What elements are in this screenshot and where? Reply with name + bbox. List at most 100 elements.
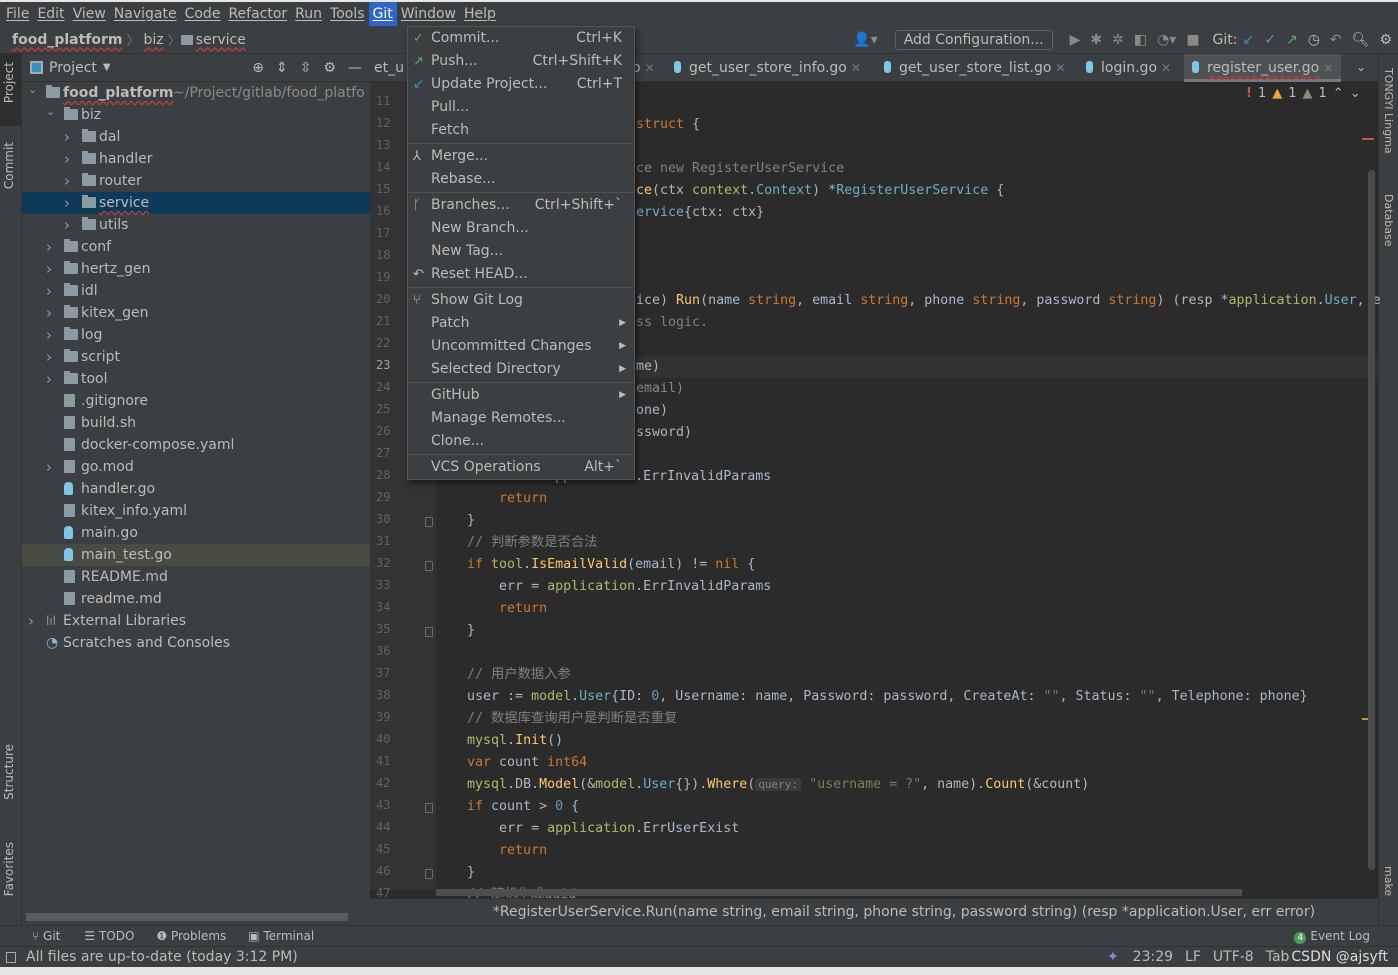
commit-tool-tab[interactable]: Commit — [2, 142, 16, 189]
editor-tab[interactable]: get_user_store_info.go ✕ — [674, 54, 861, 82]
menu-file[interactable]: File — [2, 2, 33, 26]
fold-marker-icon[interactable] — [425, 869, 433, 879]
close-tab-icon[interactable]: ✕ — [1323, 61, 1333, 75]
update-project-icon[interactable]: ↙ — [1243, 32, 1255, 48]
rollback-icon[interactable]: ↶ — [1330, 32, 1342, 48]
tree-item[interactable]: › hertz_gen — [22, 258, 370, 280]
menu-edit[interactable]: Edit — [33, 2, 68, 26]
tree-item[interactable]: › lıl External Libraries — [22, 610, 370, 632]
breadcrumb-biz[interactable]: biz — [140, 32, 168, 48]
tree-item[interactable]: ⌄ food_platform ~/Project/gitlab/food_plat… — [22, 82, 370, 104]
menu-code[interactable]: Code — [181, 2, 225, 26]
make-tool-tab[interactable]: make — [1382, 866, 1395, 896]
locate-icon[interactable]: ⊕ — [252, 60, 264, 76]
tree-item[interactable]: .gitignore — [22, 390, 370, 412]
attach-icon[interactable]: ◔▾ — [1157, 32, 1176, 48]
coverage-icon[interactable]: ✲ — [1112, 32, 1124, 48]
breadcrumb-service[interactable]: service — [196, 32, 250, 48]
chevron-down-icon[interactable]: ⌄ — [46, 101, 55, 123]
project-view-dropdown[interactable]: Project — [49, 60, 97, 76]
tree-item[interactable]: › tool — [22, 368, 370, 390]
history-clock-icon[interactable]: ◷ — [1308, 32, 1320, 48]
menu-git[interactable]: Git — [368, 2, 397, 26]
chevron-right-icon[interactable]: › — [64, 148, 70, 170]
tree-item[interactable]: main.go — [22, 522, 370, 544]
tree-item[interactable]: › go.mod — [22, 456, 370, 478]
search-icon[interactable]: 🔍︎ — [1352, 32, 1370, 48]
problems-tool-window[interactable]: ❶ Problems — [156, 929, 226, 943]
tree-item[interactable]: › dal — [22, 126, 370, 148]
tree-item[interactable]: main_test.go — [22, 544, 370, 566]
chevron-right-icon[interactable]: › — [46, 368, 52, 390]
git-menu-item[interactable]: Fetch — [408, 119, 634, 142]
favorites-tool-tab[interactable]: Favorites — [2, 842, 16, 896]
chevron-right-icon[interactable]: › — [46, 324, 52, 346]
chevron-down-icon[interactable]: ⌄ — [28, 79, 37, 101]
caret-position[interactable]: 23:29 — [1133, 949, 1173, 965]
chevron-right-icon[interactable]: › — [64, 170, 70, 192]
chevron-right-icon[interactable]: › — [64, 192, 70, 214]
editor-tab[interactable]: o ✕ — [632, 54, 655, 82]
git-menu-item[interactable]: Patch ▶ — [408, 312, 634, 335]
tree-item[interactable]: docker-compose.yaml — [22, 434, 370, 456]
chevron-right-icon[interactable]: › — [46, 302, 52, 324]
project-horizontal-scrollbar[interactable] — [26, 913, 348, 921]
editor-tab[interactable]: register_user.go ✕ — [1184, 54, 1342, 82]
git-menu-item[interactable]: GitHub ▶ — [408, 384, 634, 407]
stop-icon[interactable]: ■ — [1186, 32, 1199, 48]
git-menu-item[interactable]: ↙ Update Project... Ctrl+T — [408, 73, 634, 96]
chevron-right-icon[interactable]: › — [64, 126, 70, 148]
collapse-all-icon[interactable]: ⇳ — [300, 60, 312, 76]
git-menu-item[interactable]: Clone... — [408, 430, 634, 453]
menu-help[interactable]: Help — [460, 2, 500, 26]
tongyi-lingma-tool-tab[interactable]: TONGYI Lingma — [1382, 68, 1395, 154]
tree-item[interactable]: handler.go — [22, 478, 370, 500]
chevron-right-icon[interactable]: › — [28, 610, 34, 632]
tree-item[interactable]: › utils — [22, 214, 370, 236]
settings-gear-icon[interactable]: ⚙ — [1379, 32, 1392, 48]
tree-item[interactable]: kitex_info.yaml — [22, 500, 370, 522]
tree-item[interactable]: ◔ Scratches and Consoles — [22, 632, 370, 654]
menu-navigate[interactable]: Navigate — [110, 2, 181, 26]
git-menu-item[interactable]: Manage Remotes... — [408, 407, 634, 430]
fold-marker-icon[interactable] — [425, 803, 433, 813]
tree-item[interactable]: readme.md — [22, 588, 370, 610]
close-tab-icon[interactable]: ✕ — [851, 61, 861, 75]
tree-item[interactable]: › service — [22, 192, 370, 214]
terminal-tool-window[interactable]: ▣ Terminal — [248, 929, 314, 943]
git-menu-item[interactable]: ᚴ Branches... Ctrl+Shift+` — [408, 194, 634, 217]
chevron-down-icon[interactable]: ▼ — [103, 62, 111, 73]
fold-marker-icon[interactable] — [425, 517, 433, 527]
breadcrumb-project[interactable]: food_platform — [8, 32, 127, 48]
git-menu-item[interactable]: ⑂ Show Git Log — [408, 289, 634, 312]
git-menu-item[interactable]: New Branch... — [408, 217, 634, 240]
editor-tab[interactable]: get_user_store_list.go ✕ — [884, 54, 1065, 82]
editor-tab[interactable]: et_u — [374, 54, 404, 82]
tree-item[interactable]: README.md — [22, 566, 370, 588]
menu-run[interactable]: Run — [291, 2, 326, 26]
git-menu-item[interactable]: Pull... — [408, 96, 634, 119]
tree-item[interactable]: › idl — [22, 280, 370, 302]
menu-view[interactable]: View — [69, 2, 110, 26]
file-encoding[interactable]: UTF-8 — [1213, 949, 1254, 965]
next-highlight-icon[interactable]: ⌄ — [1350, 86, 1361, 101]
close-tab-icon[interactable]: ✕ — [1161, 61, 1171, 75]
chevron-right-icon[interactable]: › — [46, 456, 52, 478]
status-toggle-icon[interactable] — [6, 951, 16, 963]
structure-tool-tab[interactable]: Structure — [2, 744, 16, 800]
editor-tab[interactable]: login.go ✕ — [1086, 54, 1171, 82]
error-stripe-marker[interactable] — [1362, 138, 1374, 140]
profile-icon[interactable]: ◧ — [1134, 32, 1147, 48]
editor-vertical-scrollbar[interactable] — [1368, 170, 1375, 870]
git-menu-item[interactable]: ↶ Reset HEAD... — [408, 263, 634, 286]
debug-icon[interactable]: ✱ — [1090, 32, 1102, 48]
project-tool-tab[interactable]: Project — [2, 62, 16, 103]
git-tool-window[interactable]: ⑂ Git — [32, 929, 60, 943]
database-tool-tab[interactable]: Database — [1382, 194, 1395, 247]
close-tab-icon[interactable]: ✕ — [1055, 61, 1065, 75]
tree-item[interactable]: › script — [22, 346, 370, 368]
lingma-icon[interactable]: ✦ — [1107, 949, 1119, 965]
chevron-right-icon[interactable]: › — [46, 258, 52, 280]
git-menu-item[interactable]: ⅄ Merge... — [408, 145, 634, 168]
git-menu-item[interactable]: VCS Operations Alt+` — [408, 456, 634, 479]
